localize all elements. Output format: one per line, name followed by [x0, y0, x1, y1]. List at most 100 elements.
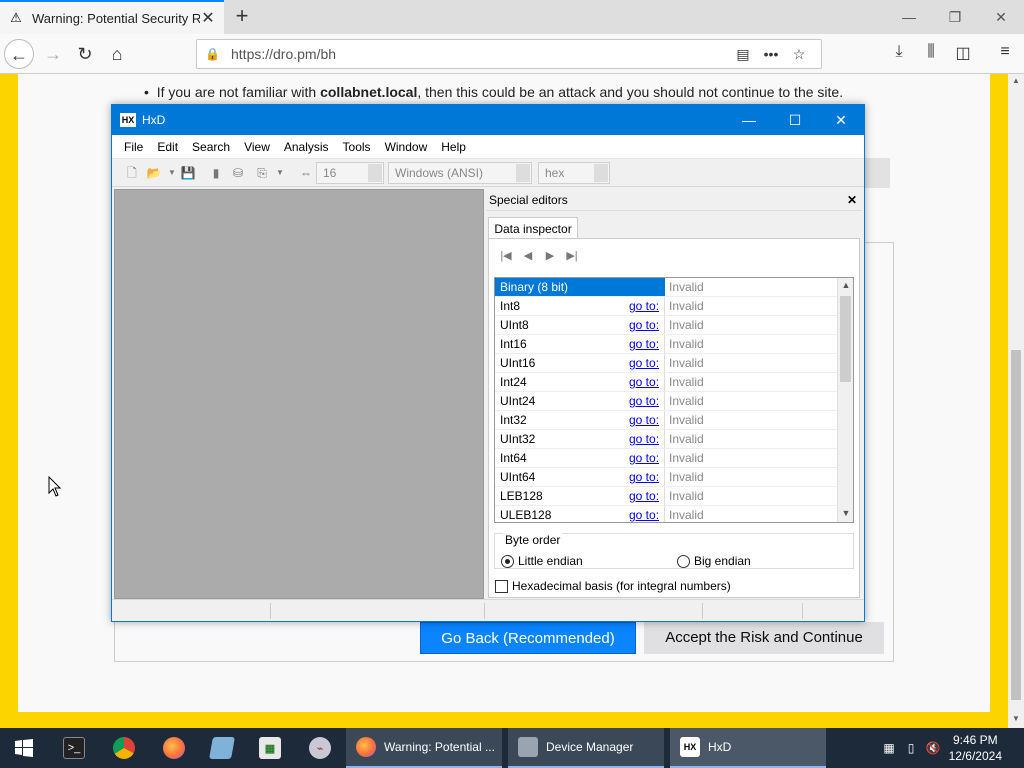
close-tab-icon[interactable]: ✕: [200, 8, 216, 28]
chrome-icon[interactable]: [100, 728, 148, 768]
reload-icon[interactable]: ↻: [70, 39, 100, 69]
charset-select[interactable]: Windows (ANSI): [388, 162, 532, 184]
offset-base-select[interactable]: hex: [538, 162, 610, 184]
table-row[interactable]: UInt24 go to: Invalid: [495, 392, 853, 411]
taskbar-app-hxd[interactable]: HX HxD: [670, 728, 826, 768]
new-tab-icon[interactable]: +: [230, 4, 254, 28]
table-row[interactable]: Int8 go to: Invalid: [495, 297, 853, 316]
goto-link[interactable]: go to:: [629, 297, 665, 315]
scroll-down-icon[interactable]: ▼: [1008, 714, 1024, 723]
bookmark-star-icon[interactable]: ☆: [785, 46, 813, 63]
little-endian-radio[interactable]: Little endian: [501, 554, 583, 568]
color-app-icon[interactable]: ▦: [878, 741, 900, 755]
accept-risk-button[interactable]: Accept the Risk and Continue: [644, 622, 884, 654]
menu-view[interactable]: View: [237, 140, 277, 154]
goto-link[interactable]: go to:: [629, 354, 665, 372]
table-row[interactable]: ULEB128 go to: Invalid: [495, 506, 853, 522]
restore-icon[interactable]: ❐: [932, 0, 978, 34]
url-bar[interactable]: 🔒 https://dro.pm/bh ▤ ••• ☆: [196, 39, 822, 69]
next-icon[interactable]: ▶: [543, 249, 557, 262]
insecure-lock-icon[interactable]: 🔒: [205, 47, 221, 61]
previous-icon[interactable]: ◀: [521, 249, 535, 262]
minimize-icon[interactable]: —: [886, 0, 932, 34]
hxd-minimize-icon[interactable]: —: [726, 112, 772, 128]
goto-link[interactable]: go to:: [629, 411, 665, 429]
scroll-up-icon[interactable]: ▲: [838, 280, 853, 290]
open-dropdown-icon[interactable]: ▼: [164, 165, 180, 181]
first-icon[interactable]: |◀: [499, 249, 513, 262]
table-row[interactable]: Int24 go to: Invalid: [495, 373, 853, 392]
browser-tab-active[interactable]: ⚠ Warning: Potential Security Ris ✕: [0, 0, 224, 34]
table-row[interactable]: UInt16 go to: Invalid: [495, 354, 853, 373]
reader-view-icon[interactable]: ▤: [729, 46, 757, 63]
network-tool-icon[interactable]: ⌁: [296, 728, 344, 768]
firefox-icon[interactable]: [150, 728, 198, 768]
hxd-close-icon[interactable]: ✕: [818, 112, 864, 129]
inspector-scrollbar[interactable]: ▲ ▼: [837, 278, 853, 522]
taskbar-app-device-manager[interactable]: Device Manager: [508, 728, 664, 768]
scroll-thumb[interactable]: [1011, 350, 1021, 700]
taskbar-app-firefox[interactable]: Warning: Potential ...: [346, 728, 502, 768]
notepad-icon[interactable]: [198, 728, 246, 768]
page-actions-icon[interactable]: •••: [757, 46, 785, 62]
table-row[interactable]: Int64 go to: Invalid: [495, 449, 853, 468]
goto-link[interactable]: go to:: [629, 506, 665, 522]
advanced-button-edge[interactable]: [864, 158, 890, 188]
open-ram-icon[interactable]: ⎘: [254, 165, 270, 181]
table-row[interactable]: Int16 go to: Invalid: [495, 335, 853, 354]
goto-link[interactable]: go to:: [629, 316, 665, 334]
tab-data-inspector[interactable]: Data inspector: [488, 217, 578, 239]
close-panel-icon[interactable]: ✕: [842, 193, 862, 207]
back-icon[interactable]: ←: [4, 39, 34, 69]
scroll-down-icon[interactable]: ▼: [838, 508, 853, 518]
volume-muted-icon[interactable]: 🔇: [922, 741, 944, 755]
hex-editor-area[interactable]: [114, 189, 484, 599]
goto-link[interactable]: go to:: [629, 373, 665, 391]
table-row[interactable]: UInt32 go to: Invalid: [495, 430, 853, 449]
start-icon[interactable]: [0, 728, 48, 768]
goto-link[interactable]: go to:: [629, 335, 665, 353]
open-file-icon[interactable]: 📂: [146, 165, 162, 181]
goto-link[interactable]: go to:: [629, 468, 665, 486]
terminal-icon[interactable]: >_: [50, 728, 98, 768]
hex-basis-checkbox[interactable]: Hexadecimal basis (for integral numbers): [495, 579, 731, 593]
forward-icon[interactable]: →: [38, 39, 68, 69]
hxd-maximize-icon[interactable]: ☐: [772, 112, 818, 129]
menu-window[interactable]: Window: [378, 140, 435, 154]
menu-search[interactable]: Search: [185, 140, 237, 154]
open-disk-icon[interactable]: ⛁: [230, 165, 246, 181]
menu-icon[interactable]: ≡: [992, 43, 1018, 61]
goto-link[interactable]: go to:: [629, 449, 665, 467]
table-row[interactable]: UInt64 go to: Invalid: [495, 468, 853, 487]
battery-icon[interactable]: ▯: [900, 741, 922, 755]
page-scrollbar[interactable]: ▲ ▼: [1008, 74, 1024, 728]
library-icon[interactable]: ⫼: [918, 43, 944, 61]
menu-tools[interactable]: Tools: [336, 140, 378, 154]
goto-link[interactable]: go to:: [629, 487, 665, 505]
downloads-icon[interactable]: ⤓: [886, 43, 912, 61]
menu-edit[interactable]: Edit: [150, 140, 185, 154]
table-row[interactable]: UInt8 go to: Invalid: [495, 316, 853, 335]
menu-help[interactable]: Help: [434, 140, 473, 154]
menu-file[interactable]: File: [118, 140, 150, 154]
ram-dropdown-icon[interactable]: ▼: [272, 165, 288, 181]
big-endian-radio[interactable]: Big endian: [677, 554, 751, 568]
scroll-up-icon[interactable]: ▲: [1008, 76, 1024, 85]
hxd-title-bar[interactable]: HX HxD — ☐ ✕: [112, 105, 864, 135]
menu-analysis[interactable]: Analysis: [277, 140, 336, 154]
go-back-button[interactable]: Go Back (Recommended): [420, 622, 636, 654]
save-icon[interactable]: 💾: [180, 165, 196, 181]
sidebar-icon[interactable]: ◫: [950, 43, 976, 63]
goto-link[interactable]: go to:: [629, 392, 665, 410]
scroll-thumb[interactable]: [840, 296, 851, 382]
table-row[interactable]: Binary (8 bit) Invalid: [495, 278, 853, 297]
goto-link[interactable]: go to:: [629, 430, 665, 448]
table-row[interactable]: Int32 go to: Invalid: [495, 411, 853, 430]
table-row[interactable]: LEB128 go to: Invalid: [495, 487, 853, 506]
last-icon[interactable]: ▶|: [565, 249, 579, 262]
bytes-per-row-select[interactable]: 16: [316, 162, 384, 184]
home-icon[interactable]: ⌂: [102, 39, 132, 69]
close-file-icon[interactable]: ▮: [208, 165, 224, 181]
spreadsheet-icon[interactable]: ▦: [246, 728, 294, 768]
taskbar-clock[interactable]: 9:46 PM 12/6/2024: [949, 732, 1002, 764]
